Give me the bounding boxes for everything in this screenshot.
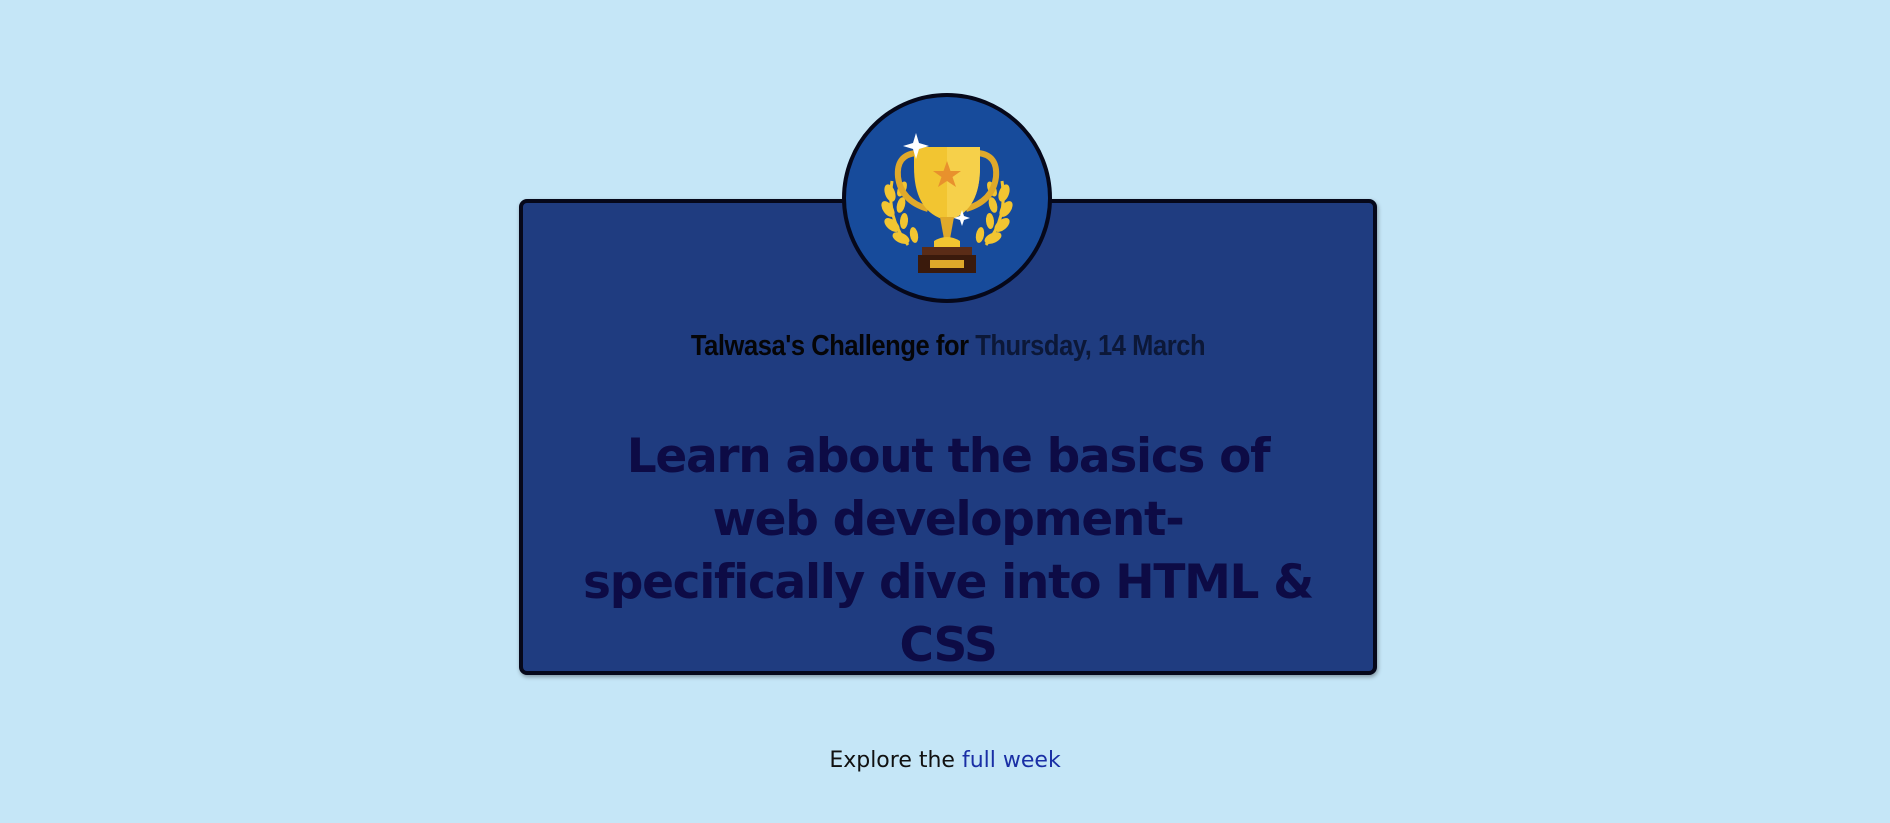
trophy-icon (881, 133, 1013, 273)
challenge-date: Thursday, 14 March (975, 330, 1206, 362)
footer: Explore the full week (0, 748, 1890, 773)
challenge-heading: Talwasa's Challenge for Thursday, 14 Mar… (570, 330, 1325, 363)
trophy-badge (842, 93, 1052, 303)
full-week-link[interactable]: full week (962, 748, 1061, 773)
heading-prefix: Talwasa's Challenge for (690, 330, 976, 362)
challenge-text: Learn about the basics of web developmen… (583, 429, 1314, 673)
footer-prefix: Explore the (829, 748, 962, 773)
page: Talwasa's Challenge for Thursday, 14 Mar… (0, 0, 1890, 823)
